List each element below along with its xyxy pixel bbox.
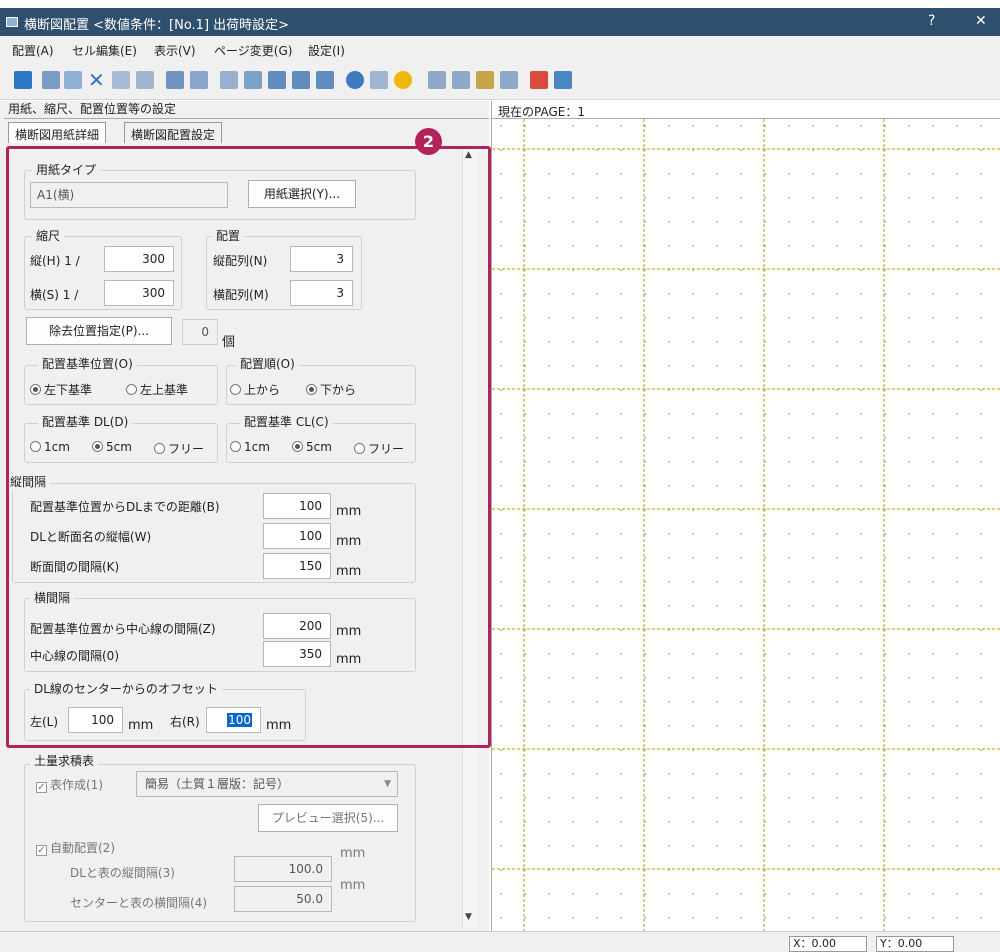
page-grid-icon[interactable] (500, 71, 518, 89)
app-icon (6, 17, 18, 27)
table-type-combo[interactable]: 簡易（土質１層版：記号） ▼ (136, 771, 398, 797)
current-page-label: 現在のPAGE：1 (498, 105, 585, 119)
auto-layout-checkbox[interactable]: ✓ 自動配置(2) (36, 839, 115, 856)
y-coordinate: Y：0.00 (876, 936, 954, 952)
status-bar: X：0.00 Y：0.00 (0, 931, 1000, 952)
x-coordinate: X：0.00 (789, 936, 867, 952)
menu-page-change[interactable]: ページ変更(G) (214, 42, 292, 59)
arrange-icon[interactable] (190, 71, 208, 89)
preview-select-button[interactable]: プレビュー選択(5)... (258, 804, 398, 832)
copy-icon[interactable] (136, 71, 154, 89)
menu-layout[interactable]: 配置(A) (12, 42, 54, 59)
window-title: 横断図配置 <数値条件：[No.1] 出荷時設定> (24, 18, 290, 33)
step-badge: 2 (415, 128, 442, 155)
move-icon[interactable] (112, 71, 130, 89)
page-first-icon[interactable] (428, 71, 446, 89)
grid-icon[interactable] (64, 71, 82, 89)
menu-settings[interactable]: 設定(I) (308, 42, 345, 59)
create-table-checkbox[interactable]: ✓ 表作成(1) (36, 776, 103, 793)
edit-icon[interactable] (42, 71, 60, 89)
menu-cell-edit[interactable]: セル編集(E) (72, 42, 137, 59)
open-icon[interactable] (14, 71, 32, 89)
export-icon[interactable] (530, 71, 548, 89)
center-table-gap-unit: mm (340, 878, 366, 893)
page-grid (492, 119, 1000, 931)
center-table-gap-label: センターと表の横間隔(4) (70, 896, 207, 910)
bulb-icon[interactable] (394, 71, 412, 89)
tab-paper-detail[interactable]: 横断図用紙詳細 (8, 122, 107, 143)
create-table-text: 表作成(1) (50, 778, 103, 792)
table-type-value: 簡易（土質１層版：記号） (145, 777, 290, 791)
zoom-icon[interactable] (346, 71, 364, 89)
stack-icon[interactable] (244, 71, 262, 89)
help-button[interactable]: ? (928, 13, 935, 29)
check-icon: ✓ (36, 845, 47, 856)
delete-icon[interactable]: ✕ (88, 70, 106, 90)
center-table-gap-input[interactable]: 50.0 (234, 886, 332, 912)
earth-volume-label: 土量求積表 (30, 752, 99, 769)
scroll-down-icon[interactable]: ▼ (465, 912, 472, 922)
auto-layout-text: 自動配置(2) (50, 841, 115, 855)
dl-table-gap-label: DLと表の縦間隔(3) (70, 866, 175, 880)
import-icon[interactable] (554, 71, 572, 89)
menu-bar: 配置(A) セル編集(E) 表示(V) ページ変更(G) 設定(I) (0, 36, 1000, 62)
align-icon[interactable] (166, 71, 184, 89)
panel-title: 用紙、縮尺、配置位置等の設定 (4, 101, 489, 119)
pen-icon[interactable] (268, 71, 286, 89)
toolbar: ✕ (0, 62, 1000, 100)
check-icon: ✓ (36, 782, 47, 793)
title-bar: 横断図配置 <数値条件：[No.1] 出荷時設定> ? ✕ (0, 8, 1000, 36)
pen-check-icon[interactable] (316, 71, 334, 89)
close-button[interactable]: ✕ (975, 13, 987, 29)
fit-icon[interactable] (370, 71, 388, 89)
pen-alt-icon[interactable] (292, 71, 310, 89)
chevron-down-icon: ▼ (384, 779, 391, 789)
highlight-frame (6, 146, 491, 748)
page-last-icon[interactable] (452, 71, 470, 89)
dl-table-gap-unit: mm (340, 846, 366, 861)
sort-icon[interactable] (220, 71, 238, 89)
layout-canvas[interactable]: 現在のPAGE：1 (491, 101, 1000, 931)
page-new-icon[interactable] (476, 71, 494, 89)
dl-table-gap-input[interactable]: 100.0 (234, 856, 332, 882)
menu-view[interactable]: 表示(V) (154, 42, 196, 59)
tab-layout-settings[interactable]: 横断図配置設定 (124, 122, 223, 143)
